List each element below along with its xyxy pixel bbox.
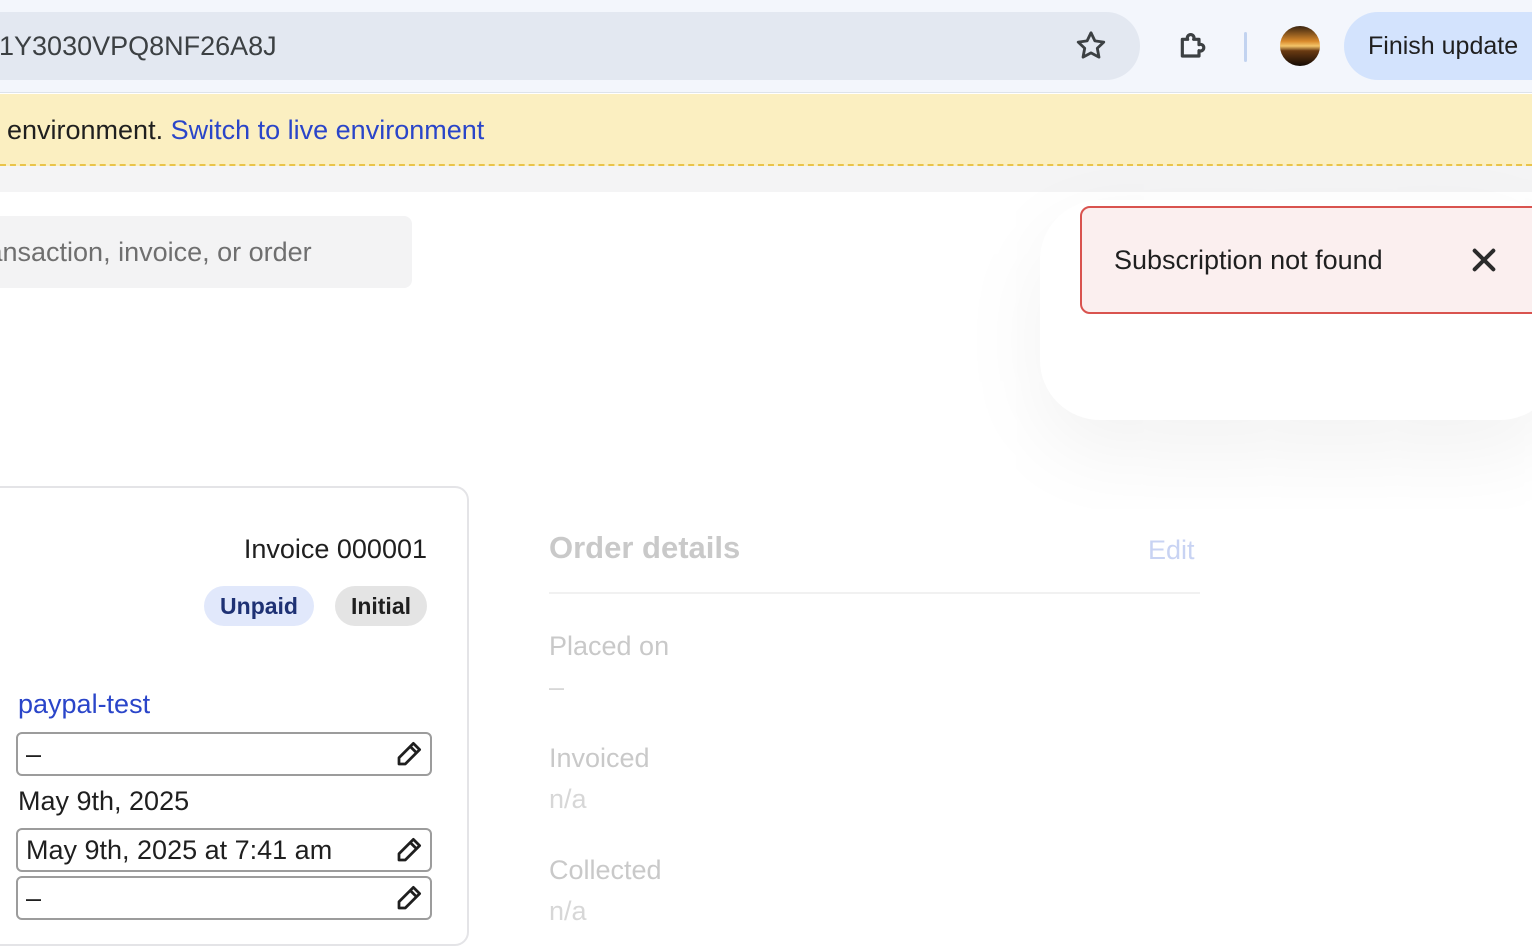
placed-on-value: –: [549, 672, 565, 702]
star-icon[interactable]: [1073, 28, 1109, 64]
status-badge-unpaid: Unpaid: [204, 586, 314, 626]
order-details-edit-link[interactable]: Edit: [1148, 535, 1195, 566]
placed-on-label: Placed on: [549, 631, 670, 661]
collected-value: n/a: [549, 896, 587, 926]
error-toast: Subscription not found: [1080, 206, 1532, 314]
profile-avatar[interactable]: [1280, 26, 1320, 66]
address-bar[interactable]: GP1Y3030VPQ8NF26A8J: [0, 12, 1140, 80]
toolbar-divider: [1244, 32, 1247, 62]
field-value: –: [26, 739, 42, 769]
customer-link[interactable]: paypal-test: [18, 689, 150, 720]
invoice-title: Invoice 000001: [243, 534, 427, 564]
banner-text: environment.: [7, 115, 164, 145]
invoice-card: Invoice 000001 Unpaid Initial paypal-tes…: [0, 486, 469, 946]
banner-content: environment. Switch to live environment: [7, 94, 484, 166]
collected-label: Collected: [549, 855, 662, 885]
test-environment-banner: environment. Switch to live environment: [0, 94, 1532, 166]
close-icon[interactable]: [1468, 244, 1500, 276]
order-details-title: Order details: [549, 530, 741, 565]
toast-message: Subscription not found: [1114, 245, 1383, 275]
pencil-icon[interactable]: [394, 883, 424, 913]
pencil-icon[interactable]: [394, 835, 424, 865]
address-bar-url[interactable]: GP1Y3030VPQ8NF26A8J: [0, 12, 277, 80]
banner-spacer: [0, 166, 1532, 192]
editable-field-3[interactable]: –: [16, 876, 432, 920]
order-details-divider: [549, 592, 1200, 594]
editable-field-1[interactable]: –: [16, 732, 432, 776]
status-badge-initial: Initial: [334, 586, 427, 626]
invoiced-label: Invoiced: [549, 743, 650, 773]
extension-puzzle-icon[interactable]: [1174, 26, 1214, 66]
invoiced-value: n/a: [549, 784, 587, 814]
field-value: –: [26, 883, 42, 913]
search-placeholder[interactable]: transaction, invoice, or order: [0, 216, 312, 288]
editable-field-2[interactable]: May 9th, 2025 at 7:41 am: [16, 828, 432, 872]
search-box[interactable]: transaction, invoice, or order: [0, 216, 412, 288]
pencil-icon[interactable]: [394, 739, 424, 769]
invoice-date: May 9th, 2025: [18, 786, 190, 816]
browser-toolbar: GP1Y3030VPQ8NF26A8J Finish update: [0, 0, 1532, 93]
finish-update-button[interactable]: Finish update: [1344, 12, 1532, 80]
switch-to-live-link[interactable]: Switch to live environment: [171, 115, 485, 145]
field-value: May 9th, 2025 at 7:41 am: [26, 835, 333, 865]
